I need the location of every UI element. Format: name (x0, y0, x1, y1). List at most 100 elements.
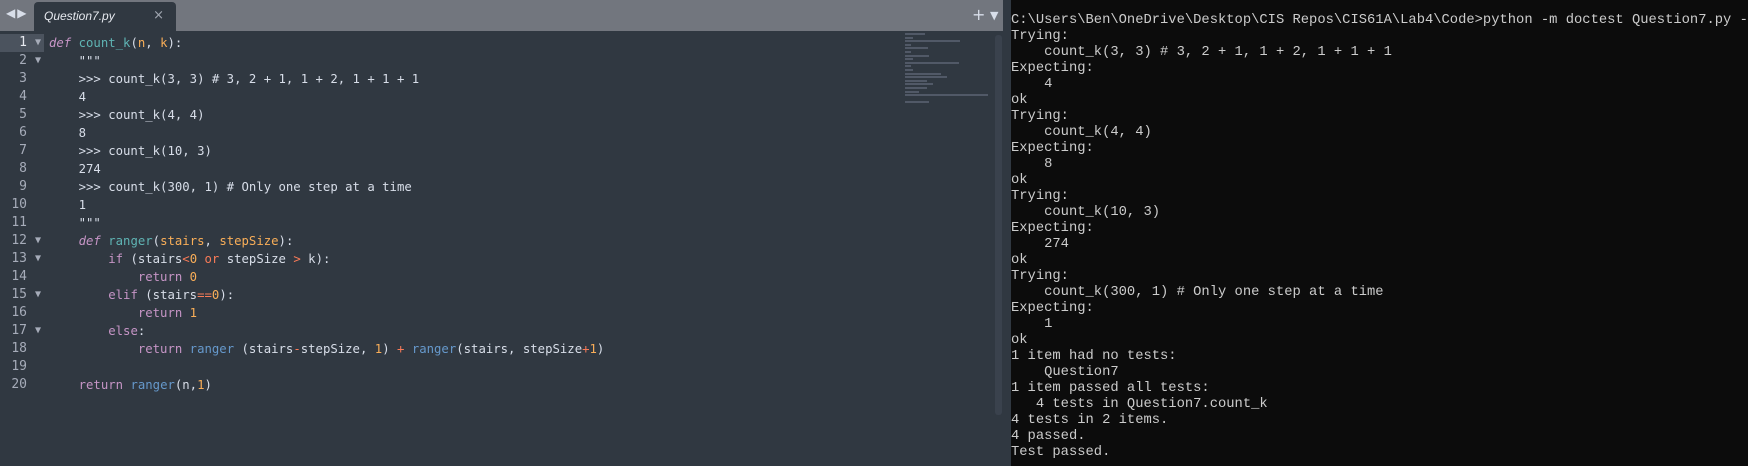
code-token-txt: , (204, 234, 220, 248)
code-area[interactable]: def count_k(n, k): """ >>> count_k(3, 3)… (49, 34, 604, 394)
minimap-line (905, 54, 930, 57)
code-token-txt: (stairs (137, 288, 198, 302)
code-token-ctl: return (78, 378, 124, 392)
code-token-kw: def (78, 234, 101, 248)
tab-dropdown-icon[interactable]: ▼ (990, 9, 998, 22)
terminal-line: count_k(4, 4) (1011, 125, 1152, 140)
line-number-text: 16 (11, 305, 27, 320)
minimap[interactable] (905, 33, 995, 104)
tab-nav-arrows[interactable]: ◀▶ (6, 6, 28, 20)
new-tab-plus-icon[interactable]: + (972, 5, 985, 24)
line-number: 9 (0, 178, 44, 196)
line-number-text: 15 (11, 287, 27, 302)
line-number: 18 (0, 340, 44, 358)
terminal-line: 8 (1011, 157, 1053, 172)
code-token-num: 0 (189, 270, 198, 284)
minimap-line (905, 40, 960, 43)
minimap-line (905, 76, 947, 79)
minimap-line (905, 47, 929, 50)
line-number: 6 (0, 124, 44, 142)
code-token-txt: ) (382, 342, 397, 356)
code-line: if (stairs<0 or stepSize > k): (49, 250, 604, 268)
code-line: def ranger(stairs, stepSize): (49, 232, 604, 250)
code-line: """ (49, 214, 604, 232)
terminal-line: Trying: (1011, 189, 1069, 204)
code-token-ctl: return (137, 342, 183, 356)
line-number: 10 (0, 196, 44, 214)
code-token-doc: >>> count_k(10, 3) (49, 144, 212, 158)
fold-arrow-icon[interactable]: ▼ (35, 52, 41, 70)
code-line: 1 (49, 196, 604, 214)
editor-pane: ◀▶ Question7.py × + ▼ 1 ▼ 2 ▼ 3 4 5 6 7 8 9 10 11 12 ▼… (0, 0, 1003, 466)
code-token-doc: >>> count_k(3, 3) # 3, 2 + 1, 1 + 2, 1 +… (49, 72, 420, 86)
minimap-line (905, 101, 930, 104)
line-number-text: 4 (19, 89, 27, 104)
line-number-text: 2 (19, 53, 27, 68)
fold-arrow-icon[interactable]: ▼ (35, 232, 41, 250)
code-token-fn: count_k (78, 36, 131, 50)
editor-scrollbar[interactable] (995, 35, 1002, 415)
tab-question7[interactable]: Question7.py × (34, 2, 176, 31)
terminal-line: 1 item had no tests: (1011, 349, 1177, 364)
code-token-ctl: else (108, 324, 138, 338)
code-token-txt: ) (596, 342, 605, 356)
code-token-op: > (293, 252, 301, 266)
line-number: 12 ▼ (0, 232, 44, 250)
line-number: 4 (0, 88, 44, 106)
code-token-param: stairs (160, 234, 205, 248)
line-number-text: 11 (11, 215, 27, 230)
line-number: 17 ▼ (0, 322, 44, 340)
line-number: 14 (0, 268, 44, 286)
code-token-num: 0 (189, 252, 198, 266)
line-number-text: 7 (19, 143, 27, 158)
code-token-doc: 274 (49, 162, 101, 176)
back-arrow-icon[interactable]: ◀ (6, 6, 17, 20)
terminal-line: 1 item passed all tests: (1011, 381, 1210, 396)
tab-bar: ◀▶ Question7.py × + ▼ (0, 0, 1003, 31)
minimap-line (905, 72, 942, 75)
terminal-line: count_k(3, 3) # 3, 2 + 1, 1 + 2, 1 + 1 +… (1011, 45, 1392, 60)
code-token-param: stepSize (219, 234, 279, 248)
code-line: else: (49, 322, 604, 340)
pane-divider[interactable] (1003, 0, 1011, 466)
code-token-doc: >>> count_k(300, 1) # Only one step at a… (49, 180, 412, 194)
code-token-num: 1 (197, 378, 205, 392)
line-number: 13 ▼ (0, 250, 44, 268)
fold-arrow-icon[interactable]: ▼ (35, 322, 41, 340)
terminal-line: 274 (1011, 237, 1069, 252)
minimap-line (905, 33, 925, 35)
code-token-kw: def (49, 36, 72, 50)
terminal-line: 4 tests in 2 items. (1011, 413, 1169, 428)
code-token-doc: """ (49, 216, 101, 230)
code-token-op: < (182, 252, 190, 266)
minimap-line (905, 65, 911, 68)
terminal-line: ok (1011, 93, 1028, 108)
minimap-line (905, 68, 913, 71)
line-number-gutter: 1 ▼ 2 ▼ 3 4 5 6 7 8 9 10 11 12 ▼ 13 ▼ 14 15 ▼ 16 17 ▼ 18 19 20 (0, 34, 44, 394)
fold-arrow-icon[interactable]: ▼ (35, 250, 41, 268)
line-number-text: 9 (19, 179, 27, 194)
terminal-pane[interactable]: C:\Users\Ben\OneDrive\Desktop\CIS Repos\… (1011, 0, 1748, 466)
code-line: >>> count_k(300, 1) # Only one step at a… (49, 178, 604, 196)
code-token-fn: ranger (108, 234, 153, 248)
line-number-text: 14 (11, 269, 27, 284)
code-token-txt: (stairs (123, 252, 183, 266)
code-token-txt: (stairs, stepSize (456, 342, 583, 356)
terminal-line: C:\Users\Ben\OneDrive\Desktop\CIS Repos\… (1011, 13, 1748, 28)
fold-arrow-icon[interactable]: ▼ (35, 286, 41, 304)
code-token-txt: ): (167, 36, 183, 50)
code-token-doc: """ (49, 54, 101, 68)
code-token-num: 1 (189, 306, 198, 320)
code-token-doc: 4 (49, 90, 87, 104)
terminal-line: 1 (1011, 317, 1053, 332)
code-line: >>> count_k(3, 3) # 3, 2 + 1, 1 + 2, 1 +… (49, 70, 604, 88)
close-icon[interactable]: × (153, 8, 164, 23)
code-token-doc: 1 (49, 198, 87, 212)
forward-arrow-icon[interactable]: ▶ (17, 6, 28, 20)
fold-arrow-icon[interactable]: ▼ (35, 34, 41, 52)
